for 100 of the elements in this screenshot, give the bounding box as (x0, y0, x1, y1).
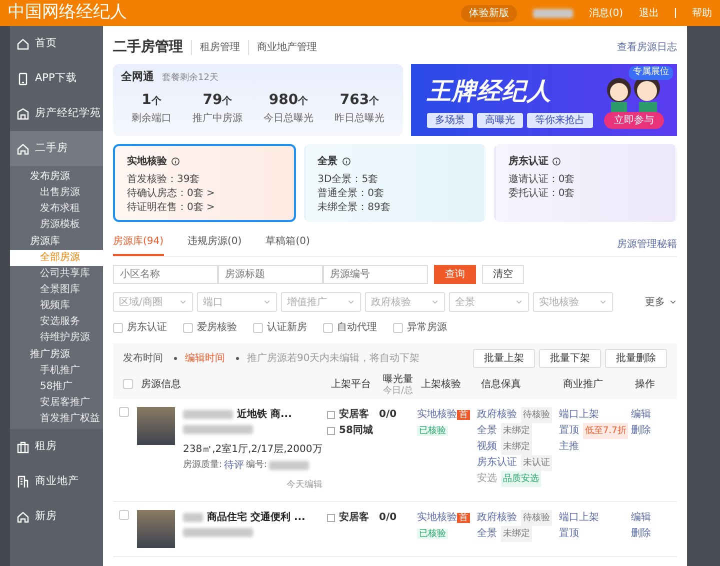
sidebar-subitem[interactable]: 发布求租 (10, 201, 103, 217)
check-link[interactable]: 实地核验 (417, 409, 457, 420)
action-link[interactable]: 删除 (631, 425, 651, 436)
sort-dot-icon[interactable] (174, 356, 177, 360)
filter-checkbox[interactable]: 异常房源 (393, 320, 447, 335)
info-link[interactable]: 全景 (477, 423, 497, 439)
edited-time: 今天编辑 (285, 479, 322, 492)
exposure-count: 0/0 (379, 510, 398, 524)
batch-button[interactable]: 批量下架 (539, 348, 601, 368)
search-button[interactable]: 查询 (434, 265, 476, 284)
list-tab[interactable]: 草稿箱(0) (266, 230, 310, 256)
stat-value: 763个 (338, 91, 380, 110)
quality-link[interactable]: 待评 (224, 458, 244, 473)
listing-title[interactable]: 商品住宅 交通便利 ... (207, 510, 306, 524)
filter-checkbox[interactable]: 自动代理 (323, 320, 377, 335)
section-tab[interactable]: 租房管理 (191, 40, 240, 54)
search-field[interactable]: 小区名称 (113, 265, 218, 284)
sidebar-item[interactable]: APP下载 (10, 61, 103, 96)
filter-checkbox[interactable]: 认证新房 (253, 320, 307, 335)
info-link[interactable]: 视频 (477, 439, 497, 455)
filter-checkbox[interactable]: 房东认证 (113, 320, 167, 335)
info-icon (552, 157, 562, 166)
sidebar-item[interactable]: 租房 (10, 429, 103, 464)
sidebar-subitem[interactable]: 视频库 (10, 298, 103, 314)
sidebar-subitem[interactable]: 58推广 (10, 379, 103, 395)
batch-button[interactable]: 批量删除 (605, 348, 667, 368)
sidebar-item[interactable]: 商业地产 (10, 464, 103, 499)
row-checkbox[interactable] (119, 407, 129, 417)
section-tab[interactable]: 商业地产管理 (248, 40, 317, 54)
action-link[interactable]: 编辑 (631, 409, 651, 420)
new-version-button[interactable]: 体验新版 (460, 4, 517, 22)
sidebar-subitem[interactable]: 手机推广 (10, 363, 103, 379)
platform-checkbox[interactable] (327, 427, 335, 435)
tips-link[interactable]: 房源管理秘籍 (617, 237, 677, 252)
sidebar-subitem[interactable]: 安居客推广 (10, 395, 103, 411)
sidebar-subitem[interactable]: 全部房源 (10, 250, 103, 266)
sidebar-item[interactable]: 房产经纪学苑 (10, 96, 103, 131)
sidebar-subitem[interactable]: 首发推广权益 (10, 411, 103, 427)
feature-card[interactable]: 实地核验 首发核验：39套 待确认房态：0套 > 待证明在售：0套 > (113, 144, 296, 222)
join-button[interactable]: 立即参与 (604, 112, 664, 128)
sort-link[interactable]: 编辑时间 (185, 350, 225, 366)
platform-name: 58同城 (339, 424, 373, 438)
sidebar-subitem[interactable]: 房源模板 (10, 217, 103, 233)
blurred-text (269, 461, 310, 470)
platform-checkbox[interactable] (327, 411, 335, 419)
stat-label: 剩余端口 (130, 112, 172, 126)
more-filters-link[interactable]: 更多 (645, 294, 677, 310)
column-header: 信息保真 (481, 378, 521, 390)
log-link[interactable]: 查看房源日志 (617, 40, 677, 54)
action-link[interactable]: 删除 (631, 528, 651, 538)
banner-title: 王牌经纪人 (427, 76, 553, 106)
sidebar-subitem[interactable]: 出售房源 (10, 185, 103, 201)
info-link[interactable]: 政府核验 (477, 407, 517, 423)
chevron-down-icon (431, 298, 439, 306)
filter-checkbox[interactable]: 爱房核验 (183, 320, 237, 335)
row-checkbox[interactable] (119, 510, 129, 520)
promotion-link[interactable]: 端口上架 (559, 407, 599, 423)
sidebar-subitem[interactable]: 全景图库 (10, 282, 103, 298)
feature-card[interactable]: 全景 3D全景：5套 普通全景：0套 未绑全景：89套 (304, 144, 486, 222)
sidebar-item[interactable]: 二手房 (10, 131, 103, 166)
info-link[interactable]: 全景 (477, 526, 497, 542)
sidebar-subitem[interactable]: 安选服务 (10, 314, 103, 330)
sort-link[interactable]: 发布时间 (123, 350, 163, 366)
promotion-link[interactable]: 主推 (559, 439, 579, 455)
list-tab[interactable]: 违规房源(0) (188, 230, 242, 256)
promotion-link[interactable]: 置顶 (559, 423, 579, 439)
column-header: 商业推广 (563, 378, 603, 390)
sidebar-group-label: 房源库 (29, 234, 61, 249)
sort-dot-icon[interactable] (236, 356, 239, 360)
info-link[interactable]: 政府核验 (477, 510, 517, 526)
card-stat: 待证明在售：0套 > (127, 201, 216, 215)
check-link[interactable]: 实地核验 (417, 512, 457, 522)
select-all-checkbox[interactable] (123, 379, 133, 389)
sidebar-subitem[interactable]: 待维护房源 (10, 330, 103, 346)
card-stat: 普通全景：0套 (318, 187, 386, 201)
search-button[interactable]: 清空 (482, 265, 524, 284)
package-remaining: 套餐剩余12天 (162, 72, 218, 85)
list-tab[interactable]: 房源库(94) (113, 230, 164, 256)
action-link[interactable]: 编辑 (631, 512, 651, 522)
info-link[interactable]: 房东认证 (477, 455, 517, 471)
search-field[interactable]: 房源标题 (218, 265, 323, 284)
feature-card[interactable]: 房东认证 邀请认证：0套 委托认证：0套 (494, 144, 678, 222)
sidebar-item[interactable]: 首页 (10, 26, 103, 61)
briefcase-icon (16, 440, 30, 454)
info-link[interactable]: 安选 (477, 471, 497, 487)
platform-checkbox[interactable] (327, 514, 335, 522)
exposure-count: 0/0 (379, 408, 398, 422)
promotion-link[interactable]: 置顶 (559, 526, 579, 542)
banner-slogan: 等你来抢占 (527, 112, 593, 128)
card-stat: 首发核验：39套 (127, 173, 201, 187)
sidebar-item[interactable]: 新房 (10, 499, 103, 534)
stat-label: 昨日总曝光 (334, 112, 386, 126)
listing-title[interactable]: 近地铁 商... (237, 407, 292, 422)
batch-button[interactable]: 批量上架 (473, 348, 535, 368)
verified-tag: 已核验 (417, 528, 448, 538)
search-field[interactable]: 房源编号 (323, 265, 428, 284)
status-tag: 待核验 (521, 510, 552, 526)
sidebar-subitem[interactable]: 公司共享库 (10, 266, 103, 282)
promotion-link[interactable]: 端口上架 (559, 510, 599, 526)
phone-icon (16, 72, 30, 86)
